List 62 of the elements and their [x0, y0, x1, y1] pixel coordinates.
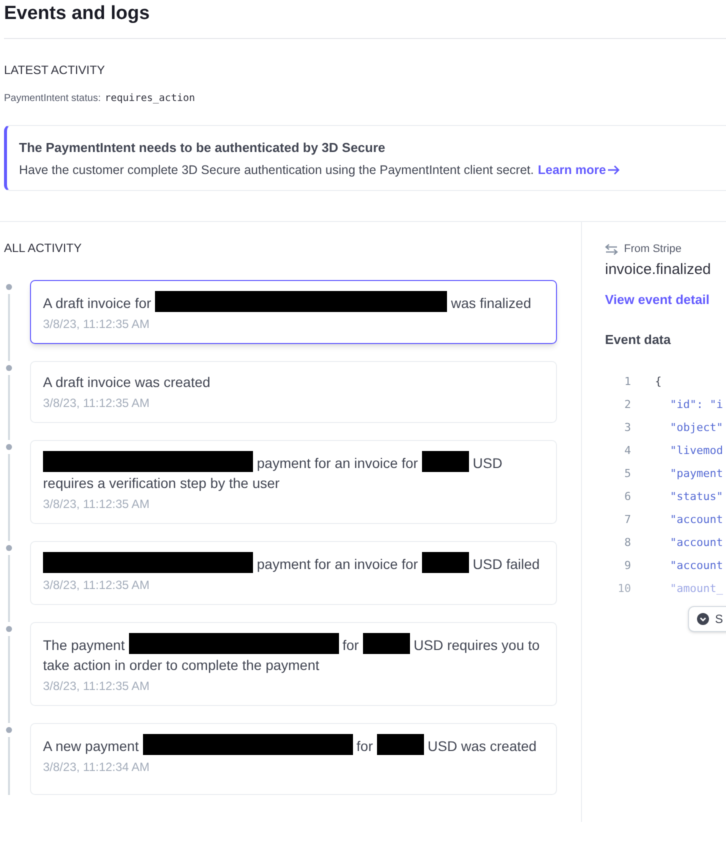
alert-title: The PaymentIntent needs to be authenticated by 3D Secure [19, 139, 386, 157]
code-line: "account [669, 558, 723, 574]
line-number: 10 [616, 580, 631, 596]
section-heading: ALL ACTIVITY [4, 240, 83, 256]
code-line: "livemod [669, 442, 723, 458]
page-title: Events and logs [4, 2, 150, 26]
timeline-line [8, 737, 10, 795]
event-time: 3/8/23, 11:12:35 AM [43, 496, 151, 512]
arrow-right-icon [608, 165, 620, 175]
line-number: 3 [623, 420, 631, 436]
redaction-bar [422, 552, 469, 573]
code-line: "id": "i [669, 396, 723, 412]
event-card[interactable]: A new payment for USD was created 3/8/23, 11:12:34 AM [30, 723, 557, 795]
status-label: PaymentIntent status: [4, 92, 101, 106]
line-number: 7 [623, 512, 631, 528]
line-number: 8 [623, 534, 631, 550]
event-card[interactable]: A draft invoice for was finalized 3/8/23, 11:12:35 AM [30, 280, 557, 344]
event-time: 3/8/23, 11:12:34 AM [43, 759, 151, 775]
redaction-bar [362, 633, 410, 654]
line-number: 4 [623, 442, 631, 458]
section-heading: LATEST ACTIVITY [4, 62, 106, 78]
code-line: "amount_ [669, 580, 723, 597]
status-value: requires_action [104, 92, 196, 106]
code-line: "object" [669, 420, 723, 436]
source-label: From Stripe [624, 242, 682, 257]
redaction-bar [376, 734, 424, 755]
code-line: "status" [669, 488, 723, 504]
event-message: payment for an invoice for USD requires a verification step by the user [43, 451, 544, 493]
event-message: A draft invoice for was finalized [43, 291, 544, 313]
show-more-button[interactable]: S [688, 606, 726, 632]
timeline-line [8, 555, 10, 622]
line-number: 6 [623, 488, 631, 504]
event-data-heading: Event data [605, 331, 672, 349]
learn-more-link[interactable]: Learn more [538, 160, 620, 180]
event-card[interactable]: payment for an invoice for USD failed 3/8/23, 11:12:35 AM [30, 541, 557, 605]
alert-message: Have the customer complete 3D Secure authentication using the PaymentIntent client secret. [19, 162, 534, 179]
chevron-down-circle-icon [697, 612, 709, 624]
timeline-line [8, 375, 10, 440]
event-card[interactable]: The payment for USD requires you to take action in order to complete the payment 3/8/23, 11:12:35 AM [30, 622, 557, 706]
line-number: 1 [623, 374, 631, 390]
event-type: invoice.finalized [605, 260, 712, 280]
code-line: "account [669, 512, 723, 528]
event-time: 3/8/23, 11:12:35 AM [43, 316, 151, 332]
code-line: { [655, 374, 662, 390]
line-number: 5 [623, 466, 631, 482]
event-message: A draft invoice was created [43, 373, 212, 392]
event-card[interactable]: A draft invoice was created 3/8/23, 11:12:35 AM [30, 361, 557, 423]
event-message: The payment for USD requires you to take action in order to complete the payment [43, 633, 544, 675]
timeline-line [8, 294, 10, 361]
event-message: payment for an invoice for USD failed [43, 552, 544, 574]
event-time: 3/8/23, 11:12:35 AM [43, 577, 151, 593]
event-message: A new payment for USD was created [43, 734, 544, 756]
swap-arrows-icon [605, 244, 618, 255]
line-number: 9 [623, 558, 631, 574]
code-line: "payment [669, 466, 723, 482]
code-line: "account [669, 534, 723, 550]
line-number: 2 [623, 396, 631, 412]
event-time: 3/8/23, 11:12:35 AM [43, 678, 151, 694]
redaction-bar [422, 451, 469, 472]
view-event-detail-link[interactable]: View event detail [605, 290, 726, 309]
event-time: 3/8/23, 11:12:35 AM [43, 395, 151, 411]
event-card[interactable]: payment for an invoice for USD requires a verification step by the user 3/8/23, 11:12:35 AM [30, 440, 557, 524]
